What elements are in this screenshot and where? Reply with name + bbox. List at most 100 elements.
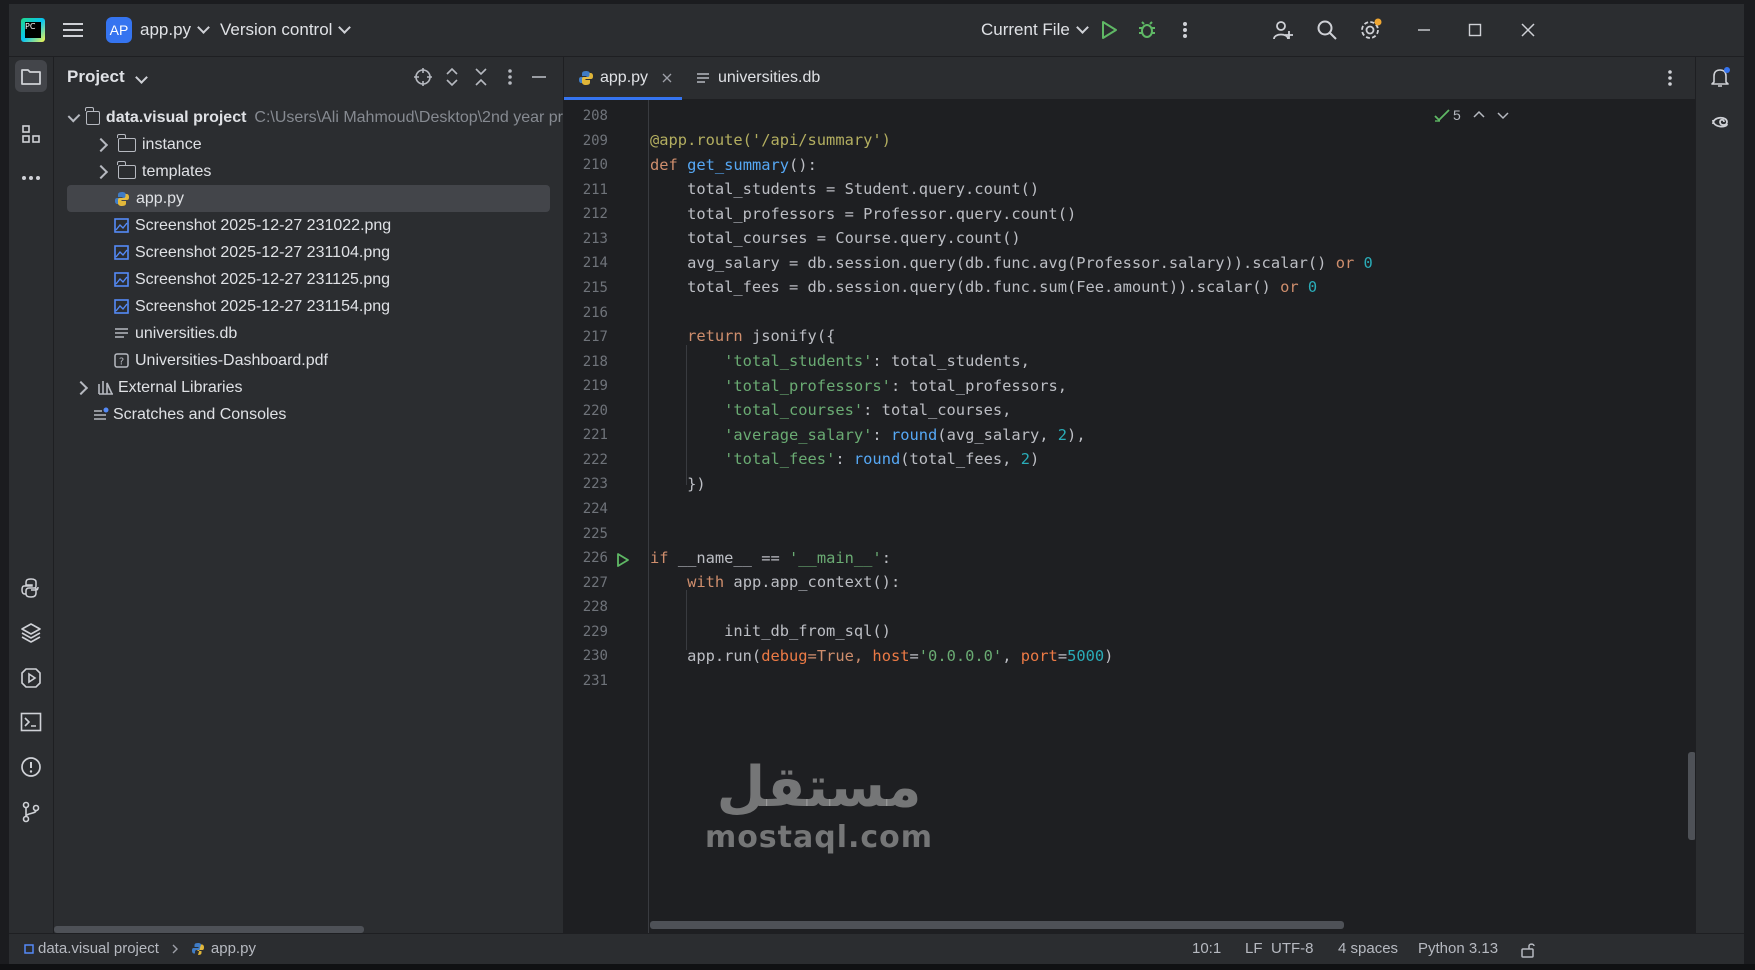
tab-universities-db[interactable]: universities.db xyxy=(696,57,820,99)
select-opened-file-button[interactable] xyxy=(409,63,437,91)
tree-item-screenshot-4[interactable]: Screenshot 2025-12-27 231154.png xyxy=(54,293,563,320)
settings-button[interactable] xyxy=(1357,16,1385,44)
tree-item-app-py[interactable]: app.py xyxy=(67,185,550,212)
minimize-button[interactable] xyxy=(1410,16,1438,44)
main-menu-icon[interactable] xyxy=(59,16,87,44)
line-number: 227 xyxy=(582,575,608,591)
code-line: @app.route('/api/summary') xyxy=(650,131,891,149)
close-window-button[interactable] xyxy=(1514,16,1542,44)
minimize-icon xyxy=(532,76,546,78)
tree-item-templates[interactable]: templates xyxy=(54,158,563,185)
breadcrumb-project[interactable]: data.visual project xyxy=(38,940,159,957)
indent-setting[interactable]: 4 spaces xyxy=(1338,940,1398,957)
project-horizontal-scrollbar[interactable] xyxy=(54,926,364,933)
panel-options-button[interactable] xyxy=(496,63,524,91)
library-icon xyxy=(98,381,113,395)
tree-item-scratches[interactable]: Scratches and Consoles xyxy=(54,401,563,428)
close-icon xyxy=(1521,23,1535,37)
status-bar: data.visual project app.py 10:1 LF UTF-8… xyxy=(9,933,1744,964)
image-file-icon xyxy=(114,245,129,260)
code-with-me-button[interactable] xyxy=(1269,16,1297,44)
notifications-button[interactable] xyxy=(1704,61,1736,93)
tree-item-instance[interactable]: instance xyxy=(54,131,563,158)
breadcrumb-file[interactable]: app.py xyxy=(211,940,256,957)
tree-root[interactable]: data.visual project C:\Users\Ali Mahmoud… xyxy=(54,104,563,131)
line-number: 216 xyxy=(582,305,608,321)
more-actions-button[interactable] xyxy=(1171,16,1199,44)
tree-item-label: universities.db xyxy=(135,324,238,342)
vcs-menu[interactable]: Version control xyxy=(220,4,352,56)
layers-icon xyxy=(21,623,41,643)
line-number: 228 xyxy=(582,599,608,615)
ai-assistant-icon xyxy=(1712,116,1728,128)
watermark-arabic: مستقل xyxy=(716,755,922,820)
project-switcher[interactable]: AP app.py xyxy=(106,4,210,56)
tab-label: universities.db xyxy=(718,69,821,86)
caret-position[interactable]: 10:1 xyxy=(1192,940,1221,957)
git-branch-icon xyxy=(22,801,40,823)
tree-item-universities-db[interactable]: universities.db xyxy=(54,320,563,347)
chevron-right-icon xyxy=(93,164,109,179)
services-button[interactable] xyxy=(15,662,47,694)
folder-icon xyxy=(21,69,41,85)
expand-all-button[interactable] xyxy=(438,63,466,91)
unlock-icon[interactable] xyxy=(1520,942,1536,958)
run-button[interactable] xyxy=(1095,16,1123,44)
tree-item-label: Screenshot 2025-12-27 231154.png xyxy=(135,297,391,315)
python-interpreter[interactable]: Python 3.13 xyxy=(1418,940,1498,957)
code-line: total_fees = db.session.query(db.func.su… xyxy=(650,278,1318,296)
line-number: 212 xyxy=(582,206,608,222)
title-bar: PC AP app.py Version control Current Fil… xyxy=(9,4,1744,57)
expand-icon xyxy=(446,67,458,87)
desktop-strip xyxy=(0,964,1755,970)
watermark-latin: mostaql.com xyxy=(704,820,934,855)
more-tools-button[interactable] xyxy=(15,162,47,194)
tree-item-external-libraries[interactable]: External Libraries xyxy=(54,374,563,401)
problems-button[interactable] xyxy=(15,751,47,783)
maximize-button[interactable] xyxy=(1461,16,1489,44)
chevron-down-icon xyxy=(67,109,81,122)
code-line: app.run(debug=True, host='0.0.0.0', port… xyxy=(650,647,1114,665)
search-icon xyxy=(1317,20,1337,40)
code-line: total_professors = Professor.query.count… xyxy=(650,205,1077,223)
line-number: 213 xyxy=(582,231,608,247)
python-icon xyxy=(21,578,39,598)
search-button[interactable] xyxy=(1313,16,1341,44)
collapse-all-button[interactable] xyxy=(467,63,495,91)
folder-icon xyxy=(117,133,136,152)
line-number-gutter: 208 209 210 211 212 213 214 215 216 217 … xyxy=(564,100,649,933)
ai-assistant-button[interactable] xyxy=(1704,105,1736,137)
right-tool-strip xyxy=(1695,57,1744,933)
code-line: 'total_fees': round(total_fees, 2) xyxy=(724,450,1040,468)
tree-item-screenshot-1[interactable]: Screenshot 2025-12-27 231022.png xyxy=(54,212,563,239)
close-icon[interactable] xyxy=(662,73,672,83)
line-separator[interactable]: LF xyxy=(1245,940,1263,957)
run-gutter-icon[interactable] xyxy=(616,552,630,568)
editor-horizontal-scrollbar[interactable] xyxy=(650,921,1344,929)
python-packages-button[interactable] xyxy=(15,617,47,649)
tabs-more-button[interactable] xyxy=(1656,64,1684,92)
debug-button[interactable] xyxy=(1133,16,1161,44)
project-panel-title[interactable]: Project xyxy=(67,67,149,87)
project-tool-button[interactable] xyxy=(15,60,47,92)
more-vertical-icon xyxy=(1668,70,1672,86)
python-console-button[interactable] xyxy=(15,572,47,604)
structure-tool-button[interactable] xyxy=(15,118,47,150)
project-panel: Project data.visual project C:\Users\Ali… xyxy=(54,57,564,933)
hide-panel-button[interactable] xyxy=(525,63,553,91)
file-encoding[interactable]: UTF-8 xyxy=(1271,940,1314,957)
git-button[interactable] xyxy=(15,796,47,828)
code-line: 'total_students': total_students, xyxy=(724,352,1030,370)
terminal-button[interactable] xyxy=(15,706,47,738)
tree-item-screenshot-2[interactable]: Screenshot 2025-12-27 231104.png xyxy=(54,239,563,266)
tree-item-label: Universities-Dashboard.pdf xyxy=(135,351,328,369)
more-horizontal-icon xyxy=(22,176,40,180)
tab-app-py[interactable]: app.py xyxy=(564,57,682,100)
pycharm-logo[interactable]: PC xyxy=(21,18,45,42)
tree-item-screenshot-3[interactable]: Screenshot 2025-12-27 231125.png xyxy=(54,266,563,293)
run-config-selector[interactable]: Current File xyxy=(981,4,1089,56)
scratches-icon xyxy=(94,407,109,420)
warning-icon xyxy=(21,757,41,777)
tree-item-dashboard-pdf[interactable]: ? Universities-Dashboard.pdf xyxy=(54,347,563,374)
code-line: with app.app_context(): xyxy=(687,573,901,591)
